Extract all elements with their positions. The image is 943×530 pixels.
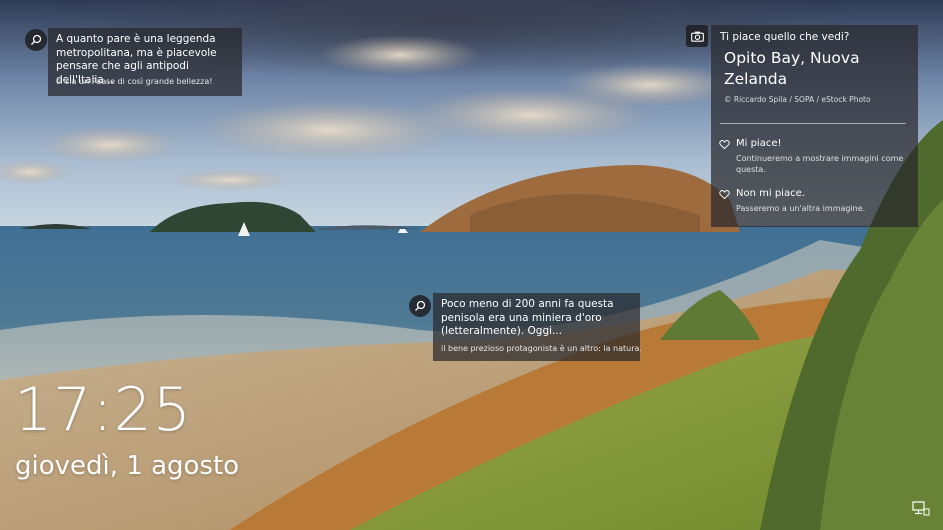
fact-card[interactable]: A quanto pare è una leggenda metropolita…: [48, 28, 242, 96]
image-credit: © Riccardo Spila / SOPA / eStock Photo: [724, 95, 871, 104]
fact-subtext: il bene prezioso protagonista è un altro…: [441, 344, 642, 353]
fact-subtext: ci sia un Paese di così grande bellezza!: [56, 77, 213, 86]
heart-icon: [719, 140, 730, 150]
dislike-description: Passeremo a un'altra immagine.: [736, 204, 866, 213]
dislike-option[interactable]: Non mi piace. Passeremo a un'altra immag…: [719, 188, 914, 219]
search-icon: [31, 34, 42, 45]
spotlight-camera-badge[interactable]: [686, 25, 708, 47]
dislike-title: Non mi piace.: [736, 188, 805, 199]
fact-card[interactable]: Poco meno di 200 anni fa questa penisola…: [433, 293, 642, 361]
like-description: Continueremo a mostrare immagini come qu…: [736, 154, 904, 174]
image-location-title: Opito Bay, Nuova Zelanda: [724, 49, 860, 88]
search-icon: [415, 300, 426, 311]
network-icon[interactable]: [912, 500, 930, 516]
lock-clock-time: 17:25: [14, 375, 192, 445]
spotlight-question: Ti piace quello che vedi?: [720, 31, 850, 43]
like-title: Mi piace!: [736, 138, 782, 149]
lock-clock-date: giovedì, 1 agosto: [15, 451, 240, 481]
heart-icon: [719, 190, 730, 200]
fact-search-badge[interactable]: [409, 295, 431, 317]
fact-search-badge[interactable]: [25, 29, 47, 51]
spotlight-panel: Ti piace quello che vedi? Opito Bay, Nuo…: [711, 25, 918, 227]
panel-divider: [720, 123, 906, 124]
like-option[interactable]: Mi piace! Continueremo a mostrare immagi…: [719, 138, 914, 181]
camera-icon: [690, 31, 704, 42]
fact-text: Poco meno di 200 anni fa questa penisola…: [441, 298, 614, 337]
